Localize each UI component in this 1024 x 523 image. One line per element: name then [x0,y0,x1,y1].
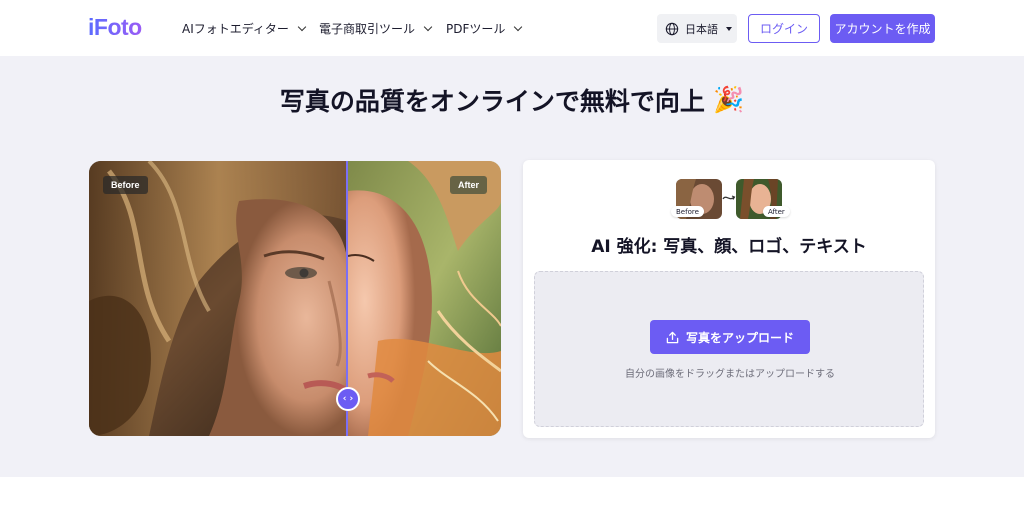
login-button[interactable]: ログイン [748,14,820,43]
nav-ecommerce-tools[interactable]: 電子商取引ツール [319,0,433,56]
left-right-arrows-icon: ‹ › [342,394,354,404]
card-title: AI 強化: 写真、顔、ロゴ、テキスト [591,237,867,257]
upload-photo-button[interactable]: 写真をアップロード [650,320,810,354]
drag-upload-hint: 自分の画像をドラッグまたはアップロードする [625,369,835,380]
language-selector[interactable]: 日本語 [657,14,737,43]
nav-ai-photo-editor[interactable]: AIフォトエディター [182,0,307,56]
chevron-down-icon [297,22,307,31]
image-dropzone[interactable]: 写真をアップロード 自分の画像をドラッグまたはアップロードする [534,271,924,427]
arrow-right-icon [722,195,736,200]
thumbnail-before-tag: Before [671,206,704,217]
before-after-comparison[interactable]: Before After ‹ › [89,161,501,436]
upload-card: Before After AI 強化: 写真、顔、ロゴ、テキスト 写真をアップロ… [523,160,935,438]
nav-ai-photo-editor-label: AIフォトエディター [182,21,289,36]
hero-title-text: 写真の品質をオンラインで無料で向上 [279,87,705,116]
party-popper-icon: 🎉 [712,85,745,114]
nav-pdf-tools[interactable]: PDFツール [446,0,523,56]
before-badge: Before [103,176,148,194]
before-image [89,161,348,436]
create-account-button[interactable]: アカウントを作成 [830,14,935,43]
below-fold-section [0,477,1024,523]
language-label: 日本語 [685,22,718,36]
nav-pdf-tools-label: PDFツール [446,21,506,36]
caret-down-icon [726,26,732,31]
after-badge: After [449,176,487,194]
ifoto-logo[interactable]: iFoto [88,14,142,41]
slider-handle[interactable]: ‹ › [336,387,360,411]
chevron-down-icon [514,22,523,31]
thumbnail-after-tag: After [763,206,790,217]
upload-photo-label: 写真をアップロード [685,330,794,345]
globe-icon [665,22,679,35]
nav-ecommerce-tools-label: 電子商取引ツール [319,21,416,36]
chevron-down-icon [423,22,433,31]
hero-title: 写真の品質をオンラインで無料で向上 🎉 [0,82,1024,118]
after-image [348,161,501,436]
top-navigation-bar: iFoto AIフォトエディター 電子商取引ツール PDFツール 日本語 ログイ… [0,0,1024,56]
upload-icon [666,331,679,343]
